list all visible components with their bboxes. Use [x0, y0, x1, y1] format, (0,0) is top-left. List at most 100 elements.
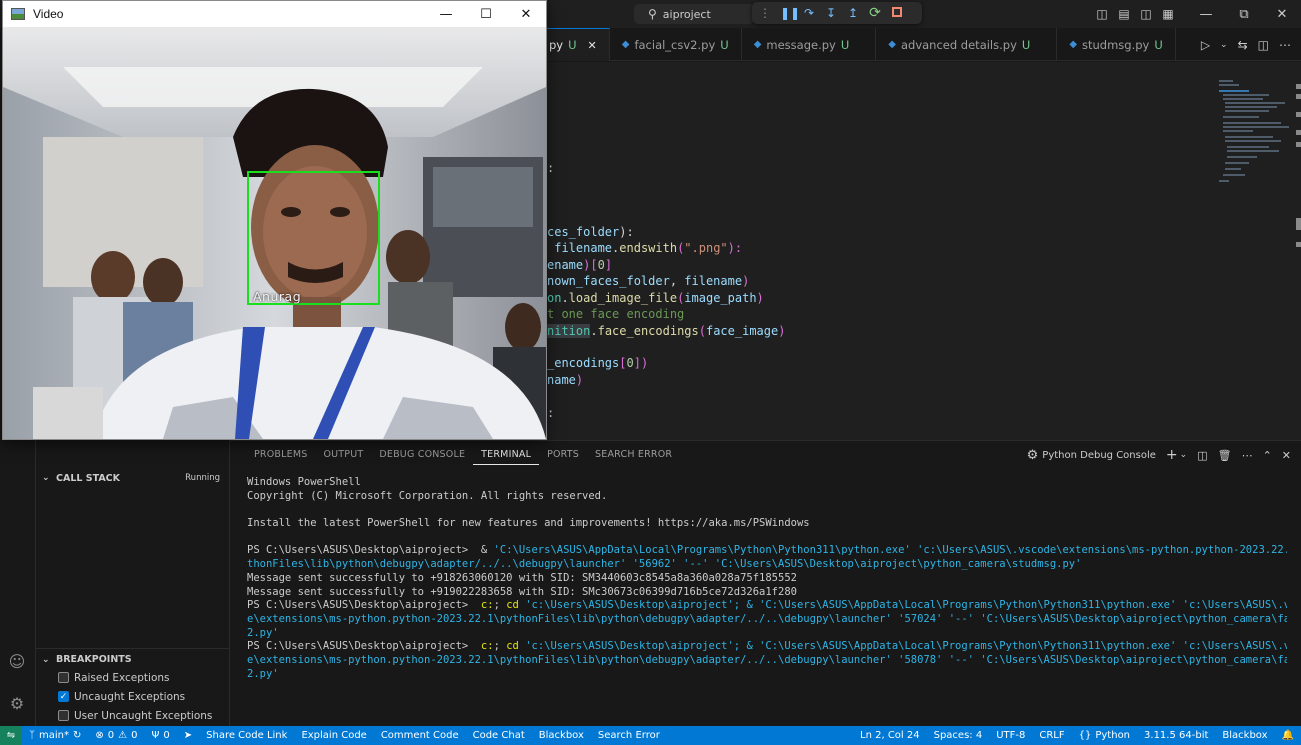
trash-icon[interactable]: 🗑	[1218, 449, 1232, 462]
checkbox[interactable]	[58, 672, 69, 683]
language-mode[interactable]: {} Python	[1072, 726, 1137, 745]
face-detection-box	[247, 171, 380, 305]
chevron-down-icon: ⌄	[42, 473, 50, 483]
encoding[interactable]: UTF-8	[989, 726, 1032, 745]
toggle-panel-icon[interactable]: ▤	[1113, 0, 1135, 28]
maximize-panel-icon[interactable]: ⌃	[1263, 449, 1272, 462]
terminal-line: PS C:\Users\ASUS\Desktop\aiproject> c:; …	[247, 640, 1287, 653]
python-file-icon: ◆	[753, 39, 762, 50]
tab-terminal[interactable]: TERMINAL	[473, 447, 540, 465]
debug-indicator[interactable]: ➤	[177, 726, 199, 745]
search-icon: ⚲	[648, 7, 657, 21]
remote-indicator[interactable]: ⇋	[0, 726, 22, 745]
stop-button[interactable]	[890, 6, 904, 20]
cursor-position[interactable]: Ln 2, Col 24	[853, 726, 927, 745]
video-minimize-button[interactable]: —	[426, 1, 466, 27]
new-terminal-icon[interactable]: +	[1166, 447, 1178, 463]
camera-feed: Anurag	[3, 27, 546, 439]
toggle-primary-sidebar-icon[interactable]: ◫	[1091, 0, 1113, 28]
run-icon[interactable]: ▷	[1201, 38, 1210, 52]
breakpoints-header[interactable]: ⌄ BREAKPOINTS	[36, 648, 230, 670]
code-chat[interactable]: Code Chat	[466, 726, 532, 745]
step-over-button[interactable]: ↷	[802, 6, 816, 20]
ports-indicator[interactable]: Ψ 0	[145, 726, 177, 745]
tab-search-error[interactable]: SEARCH ERROR	[587, 447, 680, 465]
debug-icon: ➤	[183, 730, 193, 741]
chevron-down-icon[interactable]: ⌄	[1180, 450, 1188, 460]
restart-button[interactable]: ⟳	[868, 6, 882, 20]
python-interpreter[interactable]: 3.11.5 64-bit	[1137, 726, 1215, 745]
tab-debug-console[interactable]: DEBUG CONSOLE	[371, 447, 473, 465]
terminal-selector[interactable]: ⚙ Python Debug Console	[1027, 448, 1156, 463]
close-icon[interactable]: ✕	[588, 39, 597, 52]
tab-status: U	[1021, 37, 1031, 52]
customize-layout-icon[interactable]: ▦	[1157, 0, 1179, 28]
indentation[interactable]: Spaces: 4	[927, 726, 990, 745]
code-line: nition.face_encodings(face_image)	[547, 324, 786, 338]
video-window-titlebar[interactable]: Video — ☐ ✕	[3, 1, 546, 27]
tab-problems[interactable]: PROBLEMS	[246, 447, 315, 465]
comment-code[interactable]: Comment Code	[374, 726, 466, 745]
compare-changes-icon[interactable]: ⇆	[1238, 38, 1248, 52]
close-button[interactable]: ✕	[1263, 0, 1301, 28]
video-window[interactable]: Video — ☐ ✕ Anurag	[2, 0, 547, 440]
more-actions-icon[interactable]: ⋯	[1242, 449, 1253, 462]
tab-ports[interactable]: PORTS	[539, 447, 587, 465]
code-editor[interactable]: : ces_folder): filename.endswith(".png")…	[547, 62, 1301, 440]
tab-advanced-details[interactable]: ◆ advanced details.py U	[876, 28, 1058, 61]
call-stack-header[interactable]: ⌄ CALL STACK Running	[36, 467, 230, 489]
breakpoint-user-uncaught-exceptions[interactable]: User Uncaught Exceptions	[58, 706, 212, 725]
pause-button[interactable]: ❚❚	[780, 6, 800, 20]
editor-scrollbar[interactable]	[1295, 82, 1301, 322]
restore-button[interactable]: ⧉	[1225, 0, 1263, 28]
checkbox-checked[interactable]: ✓	[58, 691, 69, 702]
breakpoint-uncaught-exceptions[interactable]: ✓ Uncaught Exceptions	[58, 687, 185, 706]
branch-indicator[interactable]: ᛉ main* ↻	[22, 726, 88, 745]
account-icon[interactable]: ☺	[6, 650, 28, 672]
editor-tabs: py U ✕ ◆ facial_csv2.py U ◆ message.py U…	[547, 28, 1301, 61]
step-out-button[interactable]: ↥	[846, 6, 860, 20]
step-into-button[interactable]: ↧	[824, 6, 838, 20]
share-code-link[interactable]: Share Code Link	[199, 726, 294, 745]
tab-studmsg[interactable]: ◆ studmsg.py U	[1057, 28, 1176, 61]
tab-facial-csv2[interactable]: ◆ facial_csv2.py U	[610, 28, 742, 61]
antenna-icon: Ψ	[151, 730, 160, 741]
tab-message[interactable]: ◆ message.py U	[742, 28, 877, 61]
blackbox-left[interactable]: Blackbox	[532, 726, 591, 745]
minimize-button[interactable]: —	[1187, 0, 1225, 28]
video-maximize-button[interactable]: ☐	[466, 1, 506, 27]
minimap[interactable]	[1215, 76, 1291, 186]
problems-indicator[interactable]: ⊗ 0 ⚠ 0	[88, 726, 144, 745]
chevron-down-icon[interactable]: ⌄	[1220, 40, 1228, 50]
blackbox-right[interactable]: Blackbox	[1215, 726, 1274, 745]
code-line: nown_faces_folder, filename)	[547, 274, 750, 288]
warning-icon: ⚠	[118, 730, 128, 741]
panel-actions: ⚙ Python Debug Console + ⌄ ◫ 🗑 ⋯ ⌃ ✕	[1027, 445, 1291, 465]
gear-icon[interactable]: ⚙	[6, 692, 28, 714]
code-line: :	[547, 161, 555, 175]
breakpoint-label: User Uncaught Exceptions	[74, 709, 213, 722]
split-terminal-icon[interactable]: ◫	[1197, 449, 1207, 462]
more-actions-icon[interactable]: ⋯	[1279, 38, 1291, 52]
split-editor-icon[interactable]: ◫	[1258, 38, 1269, 52]
terminal-line: e\extensions\ms-python.python-2023.22.1\…	[247, 653, 1287, 666]
tab-active[interactable]: py U ✕	[547, 28, 610, 61]
line-endings[interactable]: CRLF	[1032, 726, 1071, 745]
explain-code[interactable]: Explain Code	[294, 726, 373, 745]
breakpoint-label: Uncaught Exceptions	[74, 690, 186, 703]
terminal-line: Windows PowerShell	[247, 476, 361, 488]
search-error[interactable]: Search Error	[591, 726, 667, 745]
call-stack-status: Running	[185, 473, 220, 483]
checkbox[interactable]	[58, 710, 69, 721]
command-center-search[interactable]: ⚲ aiproject	[634, 4, 754, 24]
tab-output[interactable]: OUTPUT	[315, 447, 371, 465]
python-file-icon: ◆	[621, 39, 630, 50]
close-icon[interactable]: ✕	[1282, 449, 1291, 462]
breakpoint-raised-exceptions[interactable]: Raised Exceptions	[58, 668, 170, 687]
notifications-icon[interactable]: 🔔	[1275, 726, 1301, 745]
python-file-icon: ◆	[888, 39, 896, 50]
terminal-output[interactable]: Windows PowerShell Copyright (C) Microso…	[247, 476, 1287, 681]
video-close-button[interactable]: ✕	[506, 1, 546, 27]
drag-handle-icon[interactable]: ⋮	[758, 6, 772, 20]
toggle-secondary-sidebar-icon[interactable]: ◫	[1135, 0, 1157, 28]
